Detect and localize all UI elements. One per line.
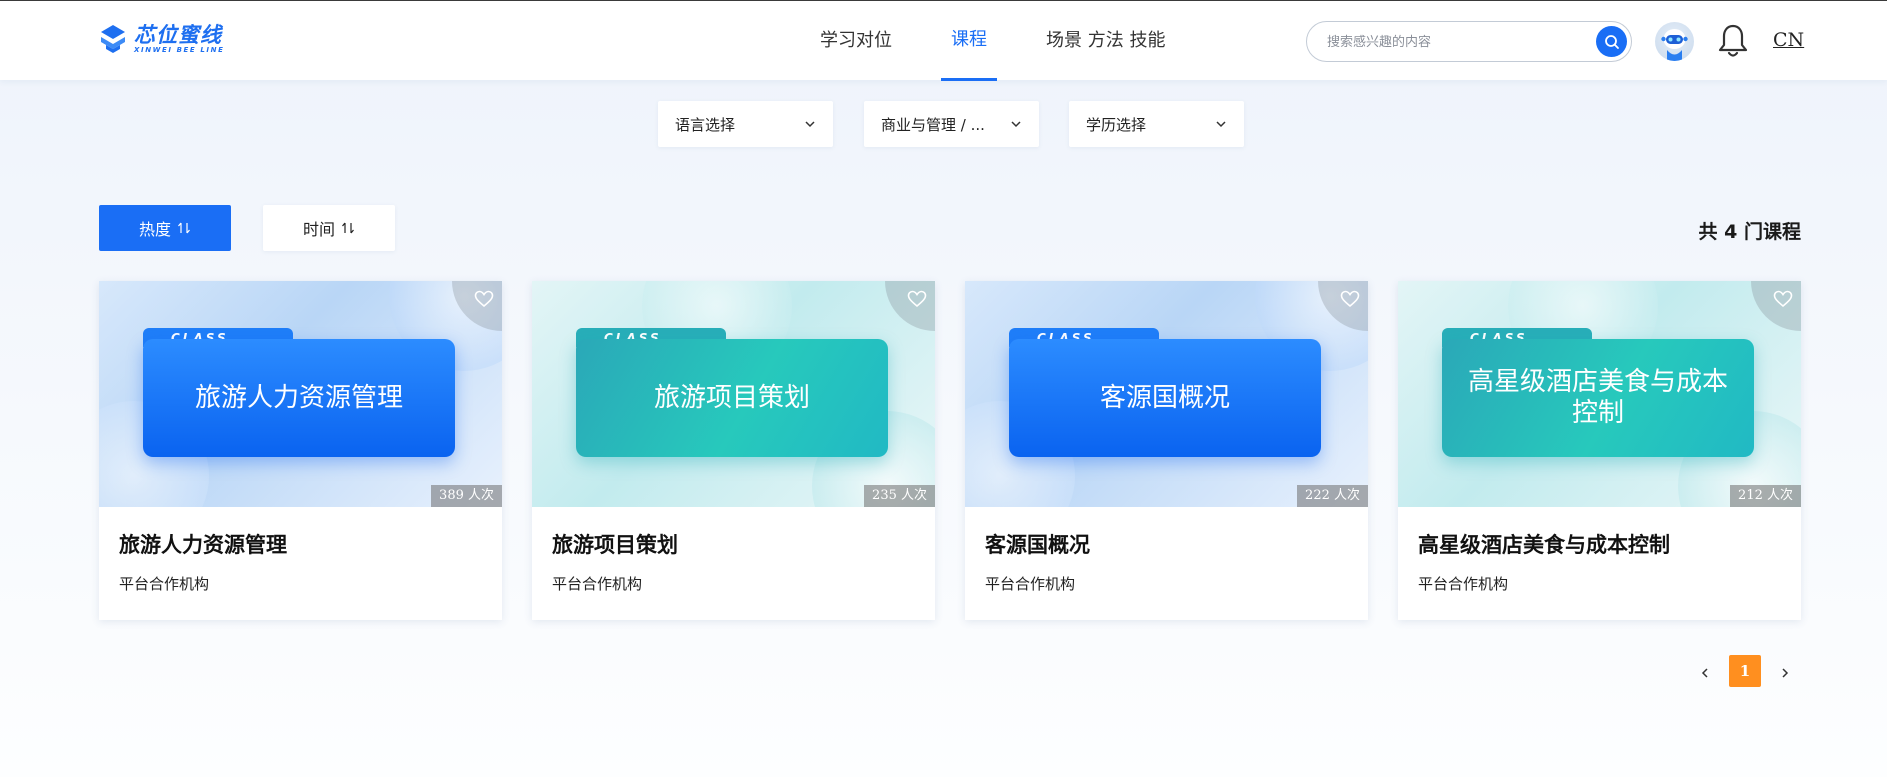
course-title: 旅游项目策划 — [552, 533, 678, 557]
language-filter-label: 语言选择 — [675, 116, 736, 134]
favorite-button[interactable] — [885, 281, 935, 331]
logo-icon — [101, 25, 125, 53]
top-header: 芯位蜜线 XINWEI BEE LINE 学习对位 课程 场景 方法 技能 搜索… — [0, 0, 1887, 81]
view-count-badge: 222 人次 — [1297, 485, 1368, 507]
course-title: 高星级酒店美食与成本控制 — [1418, 533, 1670, 557]
education-filter-label: 学历选择 — [1086, 116, 1147, 134]
course-thumbnail: CLASS 旅游人力资源管理 389 人次 — [99, 281, 502, 507]
view-count-badge: 235 人次 — [864, 485, 935, 507]
course-count: 共 4 门课程 — [1698, 221, 1801, 243]
course-thumbnail: CLASS 客源国概况 222 人次 — [965, 281, 1368, 507]
nav-item-scenarios[interactable]: 场景 方法 技能 — [1046, 1, 1165, 81]
course-organization: 平台合作机构 — [1418, 575, 1509, 593]
brand-name-cn: 芯位蜜线 — [134, 22, 222, 47]
nav-item-learning-match[interactable]: 学习对位 — [820, 1, 892, 81]
thumbnail-title: 高星级酒店美食与成本控制 — [1467, 367, 1728, 428]
search-button[interactable] — [1596, 26, 1627, 57]
education-filter[interactable]: 学历选择 — [1069, 101, 1244, 147]
course-card[interactable]: CLASS 旅游人力资源管理 389 人次 旅游人力资源管理 平台合作机构 — [99, 281, 502, 620]
heart-icon — [474, 290, 494, 308]
thumbnail-title: 旅游项目策划 — [653, 382, 810, 413]
course-title: 旅游人力资源管理 — [119, 533, 287, 557]
prev-page-icon[interactable] — [1695, 663, 1715, 683]
language-filter[interactable]: 语言选择 — [658, 101, 833, 147]
sort-popularity-label: 热度 — [138, 220, 171, 239]
view-count-badge: 212 人次 — [1730, 485, 1801, 507]
course-card[interactable]: CLASS 高星级酒店美食与成本控制 212 人次 高星级酒店美食与成本控制 平… — [1398, 281, 1801, 620]
heart-icon — [1773, 290, 1793, 308]
course-card[interactable]: CLASS 旅游项目策划 235 人次 旅游项目策划 平台合作机构 — [532, 281, 935, 620]
user-avatar[interactable] — [1655, 22, 1694, 61]
thumbnail-title: 客源国概况 — [1099, 382, 1230, 413]
course-card[interactable]: CLASS 客源国概况 222 人次 客源国概况 平台合作机构 — [965, 281, 1368, 620]
robot-avatar-icon — [1661, 29, 1688, 61]
course-thumbnail: CLASS 高星级酒店美食与成本控制 212 人次 — [1398, 281, 1801, 507]
chevron-down-icon — [1216, 121, 1226, 128]
brand-name-en: XINWEI BEE LINE — [134, 45, 225, 54]
sort-arrows-icon — [178, 222, 190, 234]
thumbnail-title: 旅游人力资源管理 — [194, 382, 403, 413]
category-filter-label: 商业与管理 / ... — [881, 116, 985, 134]
view-count-badge: 389 人次 — [431, 485, 502, 507]
brand-text: 芯位蜜线 XINWEI BEE LINE — [134, 24, 224, 55]
nav-item-courses[interactable]: 课程 — [941, 1, 997, 81]
next-page-icon[interactable] — [1775, 663, 1795, 683]
search-input[interactable] — [1327, 31, 1577, 53]
course-organization: 平台合作机构 — [119, 575, 210, 593]
chevron-down-icon — [1011, 121, 1021, 128]
favorite-button[interactable] — [1751, 281, 1801, 331]
heart-icon — [1340, 290, 1360, 308]
page-number-current[interactable]: 1 — [1729, 655, 1761, 687]
chevron-down-icon — [805, 121, 815, 128]
search-icon — [1604, 34, 1619, 49]
notification-bell-icon[interactable] — [1717, 23, 1749, 59]
sort-by-popularity-button[interactable]: 热度 — [99, 205, 231, 251]
course-title: 客源国概况 — [985, 533, 1090, 557]
sort-time-label: 时间 — [302, 220, 335, 239]
course-thumbnail: CLASS 旅游项目策划 235 人次 — [532, 281, 935, 507]
course-organization: 平台合作机构 — [985, 575, 1076, 593]
sort-by-time-button[interactable]: 时间 — [263, 205, 395, 251]
sort-arrows-icon — [342, 222, 354, 234]
language-switch[interactable]: CN — [1773, 29, 1804, 51]
heart-icon — [907, 290, 927, 308]
category-filter[interactable]: 商业与管理 / ... — [864, 101, 1039, 147]
search-box — [1306, 21, 1632, 62]
course-organization: 平台合作机构 — [552, 575, 643, 593]
brand-logo[interactable]: 芯位蜜线 XINWEI BEE LINE — [98, 21, 224, 57]
